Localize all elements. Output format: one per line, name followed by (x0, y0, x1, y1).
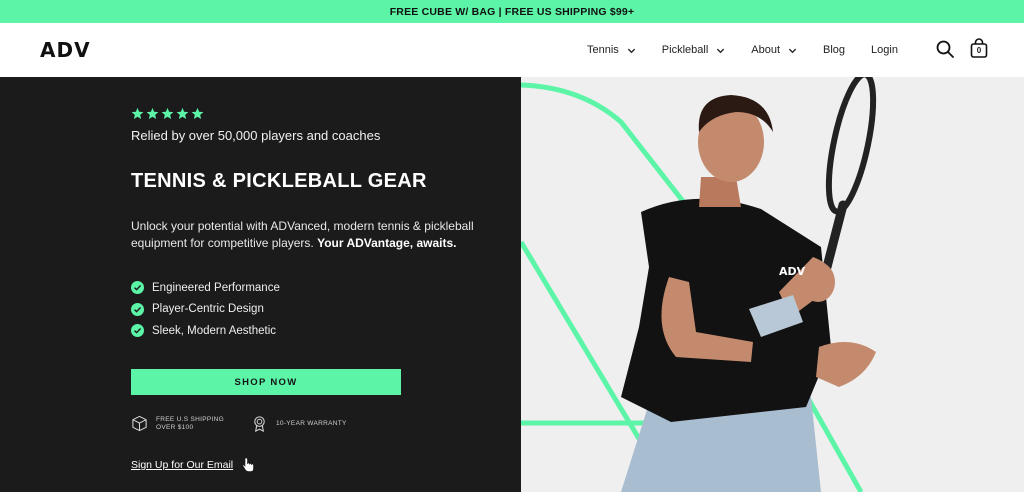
nav-item-about[interactable]: About (751, 44, 797, 56)
tennis-player-photo: ADV (521, 77, 877, 492)
chevron-down-icon (788, 48, 797, 53)
feature-label: Sleek, Modern Aesthetic (152, 324, 277, 337)
main-nav: Tennis Pickleball About Blog Login (587, 23, 924, 77)
cart-count: 0 (976, 46, 982, 55)
star-icon (131, 107, 144, 120)
star-icon (146, 107, 159, 120)
nav-item-blog[interactable]: Blog (823, 44, 845, 56)
award-badge-icon (254, 416, 265, 432)
check-circle-icon (131, 302, 144, 316)
nav-label-tennis: Tennis (587, 44, 619, 56)
star-icon (161, 107, 174, 120)
hero-description: Unlock your potential with ADVanced, mod… (131, 218, 511, 251)
feature-item: Engineered Performance (131, 277, 280, 299)
chevron-down-icon (627, 48, 635, 53)
perk-shipping: FREE U.S SHIPPING OVER $100 (131, 415, 231, 432)
perk-shipping-label: FREE U.S SHIPPING OVER $100 (156, 415, 224, 431)
pointer-hand-icon (242, 457, 254, 472)
shirt-logo: ADV (779, 265, 806, 278)
email-signup-label: Sign Up for Our Email (131, 459, 234, 471)
feature-item: Sleek, Modern Aesthetic (131, 320, 280, 342)
hero-headline: TENNIS & PICKLEBALL GEAR (131, 170, 427, 192)
nav-label-blog: Blog (823, 44, 846, 56)
hero-image: ADV (521, 77, 1024, 492)
nav-item-pickleball[interactable]: Pickleball (662, 44, 725, 56)
nav-item-tennis[interactable]: Tennis (587, 44, 636, 56)
rating-stars (131, 107, 204, 120)
nav-label-pickleball: Pickleball (661, 44, 709, 56)
star-icon (191, 107, 204, 120)
check-circle-icon (131, 281, 144, 295)
box-icon (132, 415, 147, 432)
feature-label: Player-Centric Design (152, 303, 264, 316)
star-icon (176, 107, 189, 120)
hero-description-bold: Your ADVantage, awaits. (317, 235, 457, 250)
announcement-text: FREE CUBE W/ BAG | FREE US SHIPPING $99+ (389, 5, 635, 18)
nav-item-login[interactable]: Login (871, 44, 898, 56)
social-proof-text: Relied by over 50,000 players and coache… (131, 128, 381, 143)
site-header: ADV Tennis Pickleball About Blog Login 0 (0, 23, 1024, 77)
feature-item: Player-Centric Design (131, 299, 280, 321)
brand-logo[interactable]: ADV (40, 38, 91, 62)
perk-warranty: 10-YEAR WARRANTY (251, 415, 351, 432)
perk-warranty-label: 10-YEAR WARRANTY (276, 419, 347, 427)
cart-button[interactable]: 0 (969, 37, 989, 59)
chevron-down-icon (717, 48, 725, 53)
check-circle-icon (131, 324, 144, 338)
shop-now-button[interactable]: SHOP NOW (131, 369, 401, 395)
nav-label-about: About (751, 44, 781, 56)
email-signup-link[interactable]: Sign Up for Our Email (131, 457, 256, 473)
nav-label-login: Login (871, 44, 898, 56)
search-icon[interactable] (935, 39, 955, 59)
feature-list: Engineered Performance Player-Centric De… (131, 277, 280, 342)
feature-label: Engineered Performance (152, 281, 280, 294)
hero-panel: Relied by over 50,000 players and coache… (0, 77, 521, 492)
announcement-bar: FREE CUBE W/ BAG | FREE US SHIPPING $99+ (0, 0, 1024, 23)
